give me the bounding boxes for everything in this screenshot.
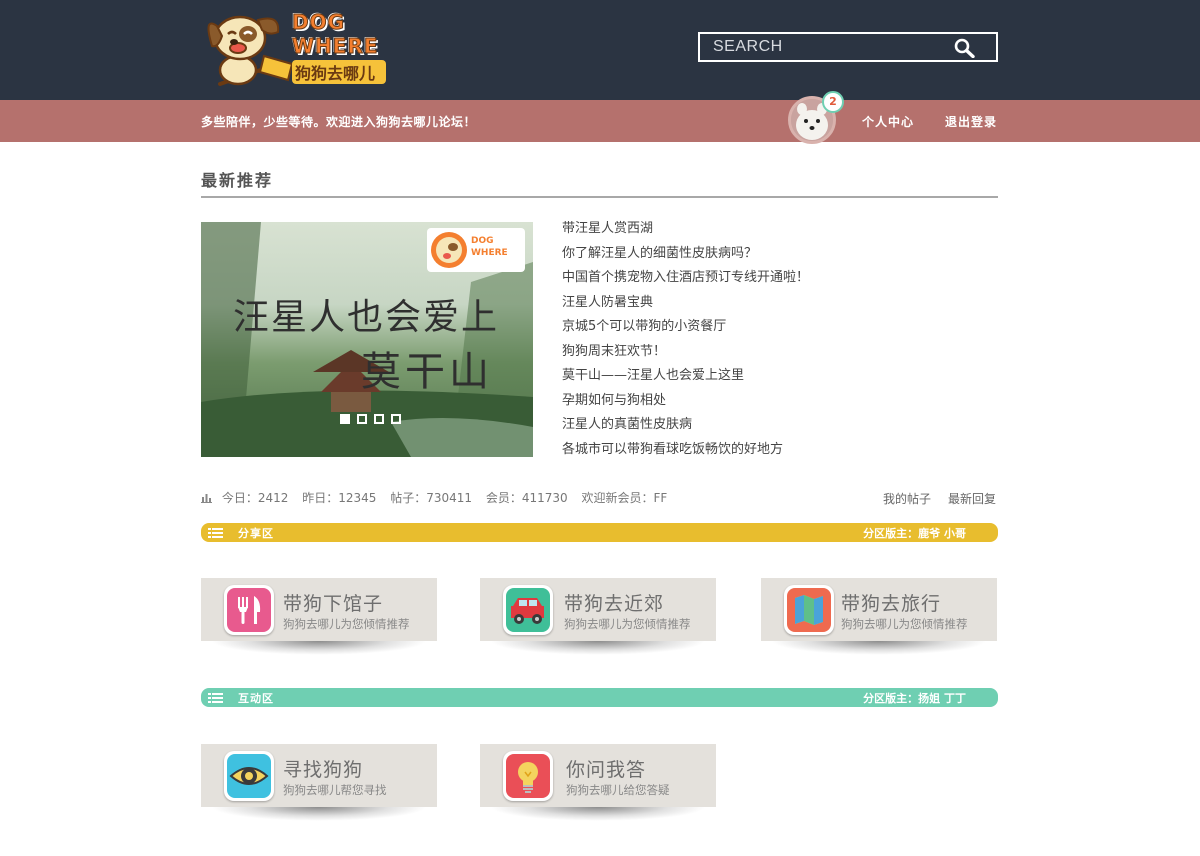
card-shadow [490, 641, 706, 655]
forum-stats: 今日：2412 昨日：12345 帖子：730411 会员：411730 欢迎新… [201, 489, 677, 506]
logo-wordmark: DOG WHERE 狗狗去哪儿 [292, 10, 392, 84]
board-card-qa[interactable]: 你问我答 狗狗去哪儿给您答疑 [480, 744, 716, 824]
news-item[interactable]: 莫干山——汪星人也会爱上这里 [562, 366, 809, 391]
card-shadow [771, 641, 987, 655]
card-icon-frame [503, 751, 553, 801]
profile-link[interactable]: 个人中心 [862, 113, 914, 130]
latest-reply-link[interactable]: 最新回复 [948, 490, 996, 507]
stat-today: 今日：2412 [221, 491, 289, 505]
card-icon-frame [224, 585, 274, 635]
dog-logo-icon [431, 232, 467, 268]
carousel-dot[interactable] [340, 414, 350, 424]
news-item[interactable]: 带汪星人赏西湖 [562, 219, 809, 244]
card-title: 寻找狗狗 [283, 759, 364, 781]
news-item[interactable]: 汪星人防暑宝典 [562, 293, 809, 318]
banner-logo-line1: DOG [471, 236, 494, 246]
section-divider [201, 196, 998, 198]
carousel-dot[interactable] [374, 414, 384, 424]
search-input[interactable] [700, 34, 950, 60]
category-name: 互动区 [238, 692, 274, 705]
board-card-find-dog[interactable]: 寻找狗狗 狗狗去哪儿帮您寻找 [201, 744, 437, 824]
category-moderators: 分区版主：扬姐 丁丁 [863, 692, 966, 705]
card-subtitle: 狗狗去哪儿给您答疑 [566, 783, 670, 797]
fork-knife-icon [238, 596, 261, 624]
notification-badge[interactable]: 2 [822, 91, 844, 113]
news-item[interactable]: 你了解汪星人的细菌性皮肤病吗？ [562, 244, 809, 269]
banner-headline: 汪星人也会爱上 [233, 297, 500, 338]
logout-link[interactable]: 退出登录 [945, 113, 997, 130]
news-item[interactable]: 汪星人的真菌性皮肤病 [562, 415, 809, 440]
list-icon [208, 528, 223, 538]
card-icon-frame [224, 751, 274, 801]
news-item[interactable]: 孕期如何与狗相处 [562, 391, 809, 416]
category-bar-share: 分享区 分区版主：鹿爷 小哥 [201, 523, 998, 542]
category-bar-interact: 互动区 分区版主：扬姐 丁丁 [201, 688, 998, 707]
logo-cn: 狗狗去哪儿 [292, 60, 386, 84]
card-icon-frame [503, 585, 553, 635]
news-item[interactable]: 京城5个可以带狗的小资餐厅 [562, 317, 809, 342]
map-icon [795, 595, 823, 625]
bar-chart-icon [201, 494, 212, 503]
banner-logo-line2: WHERE [471, 248, 508, 258]
carousel-dots [340, 414, 401, 424]
search-box [698, 32, 998, 62]
section-title: 最新推荐 [201, 171, 274, 190]
news-list: 带汪星人赏西湖 你了解汪星人的细菌性皮肤病吗？ 中国首个携宠物入住酒店预订专线开… [562, 219, 809, 464]
eye-icon [229, 767, 269, 785]
lightbulb-icon [518, 762, 538, 793]
board-card-restaurant[interactable]: 带狗下馆子 狗狗去哪儿为您倾情推荐 [201, 578, 437, 658]
card-subtitle: 狗狗去哪儿为您倾情推荐 [283, 617, 410, 631]
list-icon [208, 693, 223, 703]
stat-newest-member: 欢迎新会员：FF [581, 491, 668, 505]
logo-line-1: DOG [292, 10, 346, 35]
card-subtitle: 狗狗去哪儿为您倾情推荐 [564, 617, 691, 631]
stat-yesterday: 昨日：12345 [302, 491, 377, 505]
news-item[interactable]: 各城市可以带狗看球吃饭畅饮的好地方 [562, 440, 809, 465]
car-icon [511, 598, 544, 624]
my-posts-link[interactable]: 我的帖子 [883, 490, 931, 507]
carousel-dot[interactable] [391, 414, 401, 424]
banner-logo: DOG WHERE [427, 228, 525, 272]
card-title: 你问我答 [566, 759, 647, 781]
news-item[interactable]: 中国首个携宠物入住酒店预订专线开通啦！ [562, 268, 809, 293]
card-icon-frame [784, 585, 834, 635]
card-shadow [211, 807, 427, 821]
news-item[interactable]: 狗狗周末狂欢节！ [562, 342, 809, 367]
logo-line-2: WHERE [292, 34, 379, 59]
welcome-text: 多些陪伴，少些等待。欢迎进入狗狗去哪儿论坛！ [201, 115, 477, 129]
card-subtitle: 狗狗去哪儿帮您寻找 [283, 783, 387, 797]
stat-posts: 帖子：730411 [390, 491, 473, 505]
card-title: 带狗去旅行 [841, 593, 942, 615]
card-shadow [211, 641, 427, 655]
search-icon [954, 38, 975, 59]
card-title: 带狗去近郊 [564, 593, 665, 615]
category-moderators: 分区版主：鹿爷 小哥 [863, 527, 966, 540]
stat-members: 会员：411730 [485, 491, 568, 505]
card-subtitle: 狗狗去哪儿为您倾情推荐 [841, 617, 968, 631]
card-shadow [490, 807, 706, 821]
card-title: 带狗下馆子 [283, 593, 384, 615]
category-name: 分享区 [238, 527, 274, 540]
site-header: DOG WHERE 狗狗去哪儿 [0, 0, 1200, 100]
banner-carousel[interactable]: 汪星人也会爱上 莫干山 DOG WHERE [201, 222, 533, 457]
carousel-dot[interactable] [357, 414, 367, 424]
banner-subheadline: 莫干山 [361, 349, 493, 395]
dog-mascot-icon [207, 15, 294, 86]
welcome-bar: 多些陪伴，少些等待。欢迎进入狗狗去哪儿论坛！ [0, 100, 1200, 142]
board-card-suburb[interactable]: 带狗去近郊 狗狗去哪儿为您倾情推荐 [480, 578, 716, 658]
search-button[interactable] [954, 38, 976, 59]
board-card-travel[interactable]: 带狗去旅行 狗狗去哪儿为您倾情推荐 [761, 578, 997, 658]
